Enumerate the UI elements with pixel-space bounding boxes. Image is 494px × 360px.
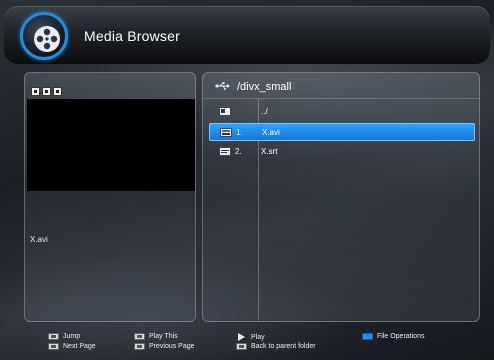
list-item[interactable]: 2. X.srt (209, 143, 475, 161)
hint-label: Play This (149, 333, 178, 340)
page-up-key-icon (134, 343, 145, 350)
hint-file-operations[interactable]: File Operations (362, 333, 424, 340)
item-name: X.avi (262, 128, 280, 137)
usb-icon (215, 82, 230, 90)
folder-up-icon (219, 107, 231, 116)
hint-label: Jump (63, 333, 81, 340)
item-name: ../ (261, 107, 268, 116)
preview-filename: X.avi (30, 235, 48, 244)
hint-label: Previous Page (149, 343, 195, 350)
hint-play[interactable]: Play (236, 333, 265, 341)
file-browser-panel: /divx_small ../ 1. X.avi 2. X.srt (202, 72, 480, 322)
view-thumb-icon[interactable] (53, 87, 62, 96)
play-icon (238, 333, 245, 341)
file-list: ../ 1. X.avi 2. X.srt (209, 103, 475, 163)
film-reel-icon (20, 12, 68, 60)
item-number: 1. (236, 128, 243, 137)
blue-key-icon (362, 333, 373, 340)
hint-label: Back to parent folder (251, 343, 316, 350)
view-mode-icons (31, 87, 62, 96)
video-file-icon (220, 128, 232, 137)
video-preview (27, 99, 195, 191)
back-key-icon (236, 343, 247, 350)
current-path: /divx_small (237, 81, 292, 93)
list-item-selected[interactable]: 1. X.avi (209, 123, 475, 141)
path-bar: /divx_small (203, 73, 479, 99)
hint-label: File Operations (377, 333, 425, 340)
hint-label: Play (251, 333, 265, 341)
info-key-icon (48, 333, 59, 340)
hint-label: Next Page (63, 343, 96, 350)
ok-key-icon (134, 333, 145, 340)
footer-hints: Jump Next Page Play This Previous Page P… (0, 330, 494, 360)
hint-play-this[interactable]: Play This (134, 333, 178, 340)
view-grid-icon[interactable] (31, 87, 40, 96)
hint-jump[interactable]: Jump (48, 333, 80, 340)
view-list-icon[interactable] (42, 87, 51, 96)
item-name: X.srt (261, 147, 278, 156)
list-item-parent-folder[interactable]: ../ (209, 103, 475, 121)
hint-previous-page[interactable]: Previous Page (134, 343, 195, 350)
page-down-key-icon (48, 343, 59, 350)
preview-panel: X.avi (24, 72, 196, 322)
hint-next-page[interactable]: Next Page (48, 343, 96, 350)
page-title: Media Browser (84, 28, 180, 44)
media-browser-screen: Media Browser X.avi /divx_small ../ 1. X… (0, 0, 494, 360)
item-number: 2. (235, 147, 242, 156)
hint-back-parent[interactable]: Back to parent folder (236, 343, 316, 350)
subtitle-file-icon (219, 147, 231, 156)
header-bar: Media Browser (4, 6, 490, 64)
